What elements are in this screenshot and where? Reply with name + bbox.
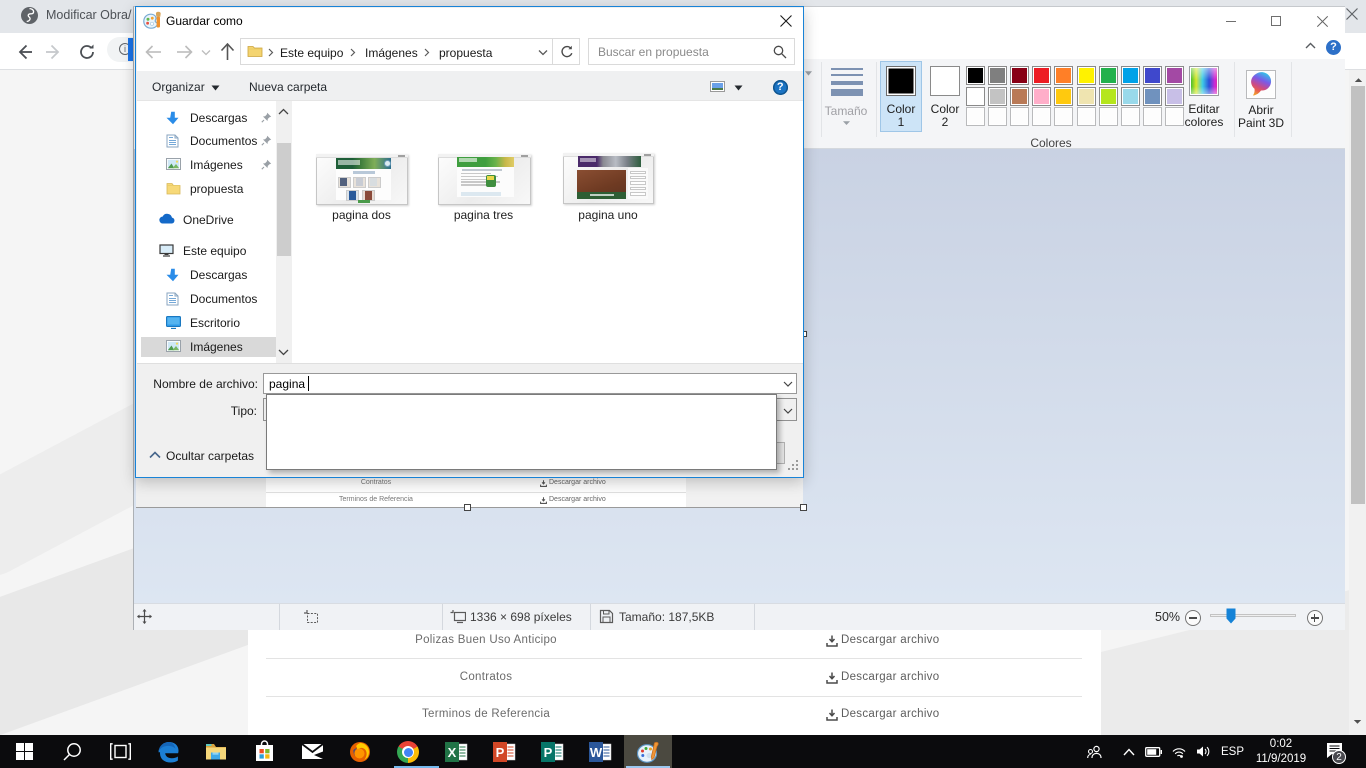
- svg-text:P: P: [496, 745, 505, 760]
- svg-text:P: P: [544, 745, 553, 760]
- svg-text:X: X: [448, 745, 457, 760]
- svg-text:W: W: [590, 745, 603, 760]
